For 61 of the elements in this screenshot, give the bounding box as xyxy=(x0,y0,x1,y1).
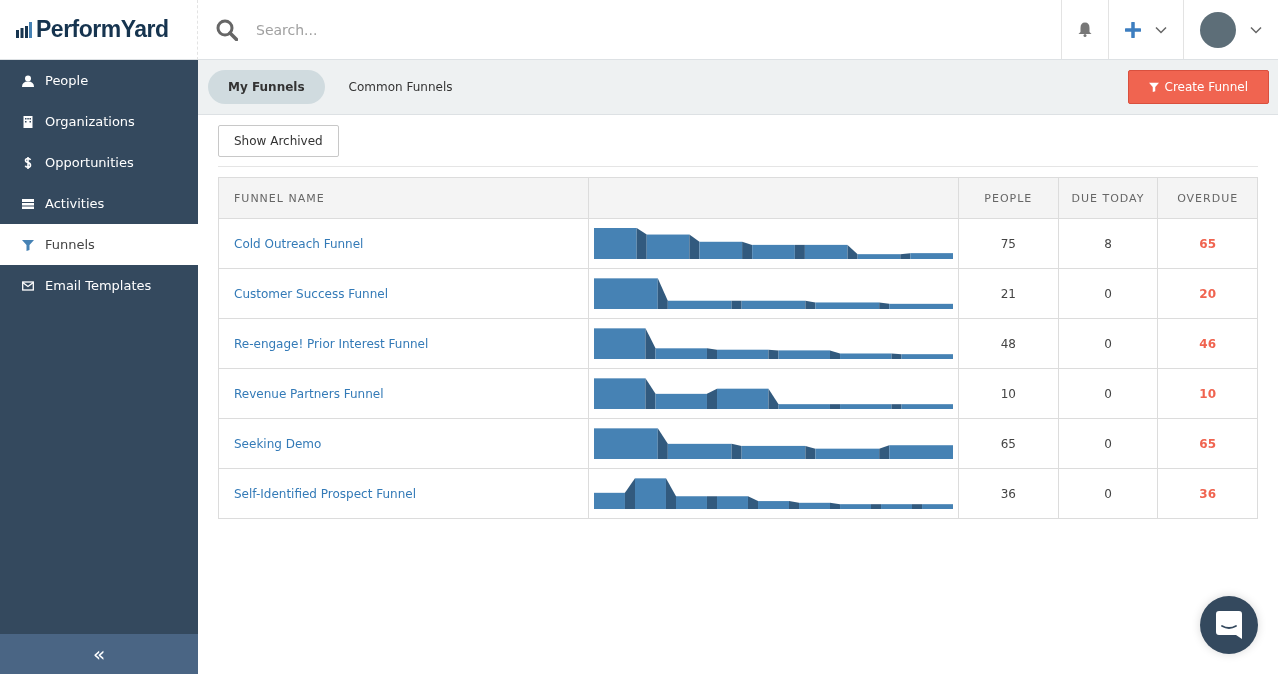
table-cell: 10 xyxy=(958,368,1059,419)
show-archived-button[interactable]: Show Archived xyxy=(218,125,339,157)
list-icon xyxy=(22,197,34,210)
funnel-name-link[interactable]: Re-engage! Prior Interest Funnel xyxy=(234,336,429,351)
table-cell: 20 xyxy=(1157,268,1258,319)
column-header: OVERDUE xyxy=(1157,177,1258,219)
sidebar-item[interactable]: Email Templates xyxy=(0,265,198,306)
sidebar-item-label: Email Templates xyxy=(45,278,152,293)
sidebar-item[interactable]: Activities xyxy=(0,183,198,224)
table-cell: 48 xyxy=(958,318,1059,369)
chevron-down-icon xyxy=(1155,25,1167,34)
table-cell: 36 xyxy=(1157,468,1258,519)
plus-icon xyxy=(1125,21,1141,38)
search-field[interactable]: Search... xyxy=(254,20,658,39)
funnel-name-link[interactable]: Customer Success Funnel xyxy=(234,286,388,301)
mail-icon xyxy=(22,279,34,292)
column-header: DUE TODAY xyxy=(1058,177,1158,219)
person-icon xyxy=(22,74,34,87)
logo-icon xyxy=(16,21,32,38)
funnel-icon xyxy=(1148,82,1159,92)
table-cell: 0 xyxy=(1058,368,1158,419)
table-cell: 65 xyxy=(958,418,1059,469)
logo-text: PerformYard xyxy=(36,16,169,43)
dollar-icon xyxy=(22,156,34,169)
funnel-name-link[interactable]: Revenue Partners Funnel xyxy=(234,386,384,401)
column-header: FUNNEL NAME xyxy=(218,177,589,219)
sidebar-item[interactable]: People xyxy=(0,60,198,101)
table-cell: 0 xyxy=(1058,268,1158,319)
tab[interactable]: My Funnels xyxy=(208,70,325,104)
table-cell: 0 xyxy=(1058,318,1158,369)
table-cell: 46 xyxy=(1157,318,1258,369)
table-cell: 10 xyxy=(1157,368,1258,419)
sidebar-item-label: Activities xyxy=(45,196,105,211)
funnel-name-link[interactable]: Self-Identified Prospect Funnel xyxy=(234,486,416,501)
table-cell: 75 xyxy=(958,218,1059,269)
table-cell: 0 xyxy=(1058,418,1158,469)
table-cell: 36 xyxy=(958,468,1059,519)
sidebar-item-label: Opportunities xyxy=(45,155,134,170)
column-header: PEOPLE xyxy=(958,177,1059,219)
sidebar-item-label: People xyxy=(45,73,89,88)
tab[interactable]: Common Funnels xyxy=(328,70,473,104)
table-cell: 65 xyxy=(1157,218,1258,269)
funnel-name-link[interactable]: Seeking Demo xyxy=(234,436,322,451)
collapse-sidebar-button[interactable]: « xyxy=(0,634,198,674)
sidebar-item-label: Funnels xyxy=(45,237,95,252)
table-cell: 8 xyxy=(1058,218,1158,269)
table-cell: 65 xyxy=(1157,418,1258,469)
sidebar-item[interactable]: Opportunities xyxy=(0,142,198,183)
search-icon xyxy=(216,18,238,41)
table-cell: 21 xyxy=(958,268,1059,319)
chevron-down-icon xyxy=(1250,25,1262,34)
funnel-icon xyxy=(22,238,34,251)
sidebar-item[interactable]: Funnels xyxy=(0,224,198,265)
building-icon xyxy=(22,115,34,128)
avatar xyxy=(1200,11,1236,48)
chat-bubble-icon xyxy=(1216,611,1242,639)
funnel-name-link[interactable]: Cold Outreach Funnel xyxy=(234,236,364,251)
table-cell: 0 xyxy=(1058,468,1158,519)
bell-icon xyxy=(1078,22,1092,37)
sidebar-item[interactable]: Organizations xyxy=(0,101,198,142)
sidebar-item-label: Organizations xyxy=(45,114,135,129)
